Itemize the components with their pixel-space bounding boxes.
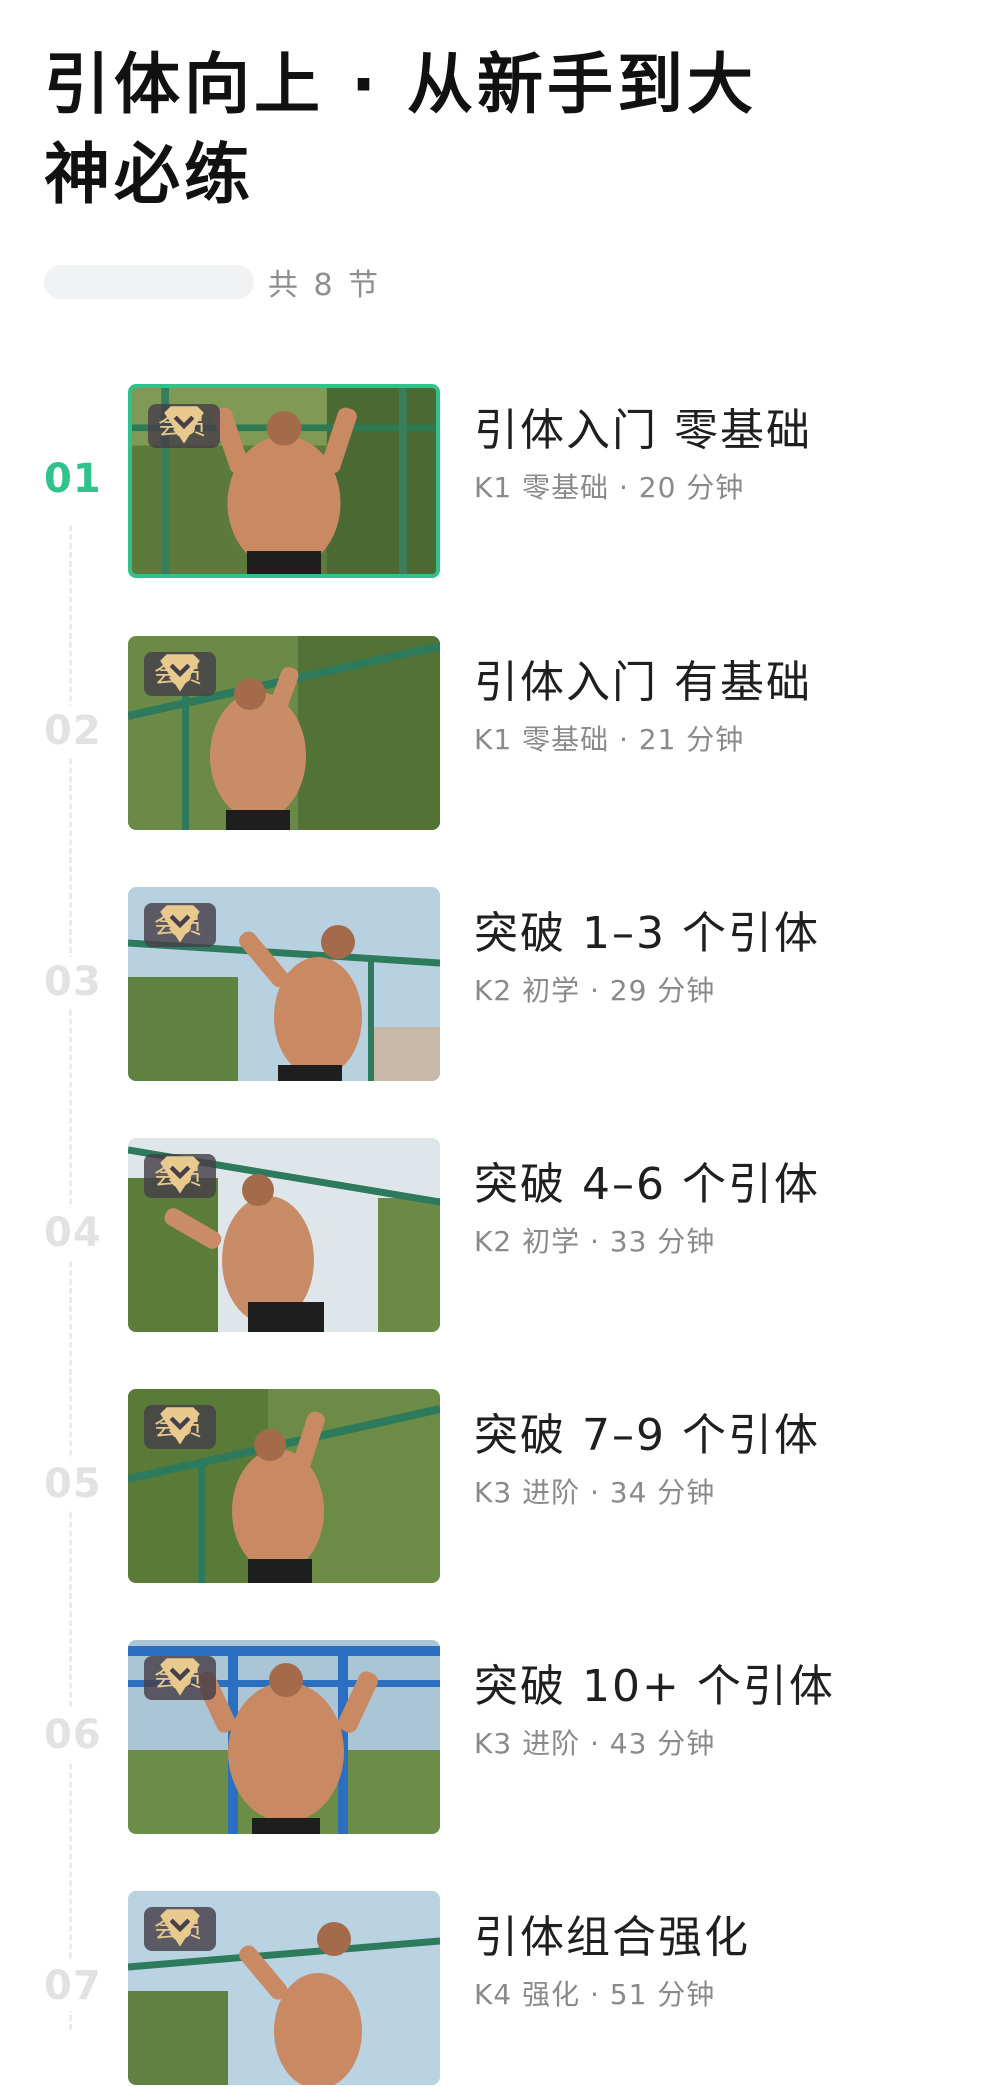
member-badge: 会员 (144, 1907, 216, 1951)
lesson-title[interactable]: 突破 1–3 个引体 (474, 897, 820, 961)
lesson-meta: K2 初学 · 29 分钟 (474, 974, 716, 1007)
member-badge: 会员 (144, 903, 216, 947)
course-title: 引体向上 · 从新手到大神必练 (44, 46, 758, 213)
lesson-thumbnail[interactable]: 会员 (128, 636, 440, 830)
lesson-thumbnail[interactable]: 会员 (128, 887, 440, 1081)
lesson-title[interactable]: 引体组合强化 (474, 1901, 750, 1965)
lesson-item-5[interactable]: 05 会员 突破 7–9 个引体 K3 进阶 · 34 分钟 (0, 1389, 998, 1585)
lesson-item-7[interactable]: 07 会员 引体组合强化 K4 强化 · 51 分钟 (0, 1891, 998, 2087)
lesson-number: 06 (44, 1710, 114, 1760)
lesson-number: 03 (44, 957, 114, 1007)
lesson-title[interactable]: 突破 4–6 个引体 (474, 1148, 820, 1212)
lesson-number: 07 (44, 1961, 114, 2011)
diamond-icon (160, 1658, 200, 1696)
lesson-item-2[interactable]: 02 会员 引体入门 有基础 K1 零基础 · 21 分钟 (0, 636, 998, 832)
diamond-icon (160, 654, 200, 692)
member-badge: 会员 (144, 1405, 216, 1449)
lesson-number: 02 (44, 706, 114, 756)
lesson-item-6[interactable]: 06 会员 突破 10+ 个引体 K3 进阶 · 43 分钟 (0, 1640, 998, 1836)
course-tag-placeholder (44, 265, 254, 299)
member-badge: 会员 (144, 1656, 216, 1700)
lesson-meta: K3 进阶 · 34 分钟 (474, 1476, 716, 1509)
lesson-number: 04 (44, 1208, 114, 1258)
member-badge: 会员 (148, 404, 220, 448)
lesson-item-3[interactable]: 03 会员 突破 1–3 个引体 K2 初学 · 29 分钟 (0, 887, 998, 1083)
lesson-number: 01 (44, 454, 114, 504)
lesson-thumbnail[interactable]: 会员 (128, 1138, 440, 1332)
lesson-meta: K1 零基础 · 20 分钟 (474, 471, 745, 504)
lesson-meta: K3 进阶 · 43 分钟 (474, 1727, 716, 1760)
course-meta: 共 8 节 (44, 262, 382, 303)
diamond-icon (160, 1407, 200, 1445)
lesson-number: 05 (44, 1459, 114, 1509)
diamond-icon (160, 1156, 200, 1194)
lesson-title[interactable]: 引体入门 有基础 (474, 646, 812, 710)
lesson-title[interactable]: 引体入门 零基础 (474, 394, 812, 458)
lesson-meta: K2 初学 · 33 分钟 (474, 1225, 716, 1258)
lesson-thumbnail[interactable]: 会员 (128, 1640, 440, 1834)
lesson-title[interactable]: 突破 7–9 个引体 (474, 1399, 820, 1463)
member-badge: 会员 (144, 652, 216, 696)
lesson-item-4[interactable]: 04 会员 突破 4–6 个引体 K2 初学 · 33 分钟 (0, 1138, 998, 1334)
lesson-title[interactable]: 突破 10+ 个引体 (474, 1650, 835, 1714)
diamond-icon (160, 905, 200, 943)
lesson-item-1[interactable]: 01 会员 引体入门 零基础 K1 零基础 · 20 分钟 (0, 384, 998, 580)
lesson-meta: K4 强化 · 51 分钟 (474, 1978, 716, 2011)
lesson-thumbnail[interactable]: 会员 (128, 384, 440, 578)
lesson-count: 共 8 节 (268, 268, 382, 303)
diamond-icon (160, 1909, 200, 1947)
member-badge: 会员 (144, 1154, 216, 1198)
lesson-thumbnail[interactable]: 会员 (128, 1891, 440, 2085)
lesson-thumbnail[interactable]: 会员 (128, 1389, 440, 1583)
diamond-icon (164, 406, 204, 444)
lesson-meta: K1 零基础 · 21 分钟 (474, 723, 745, 756)
